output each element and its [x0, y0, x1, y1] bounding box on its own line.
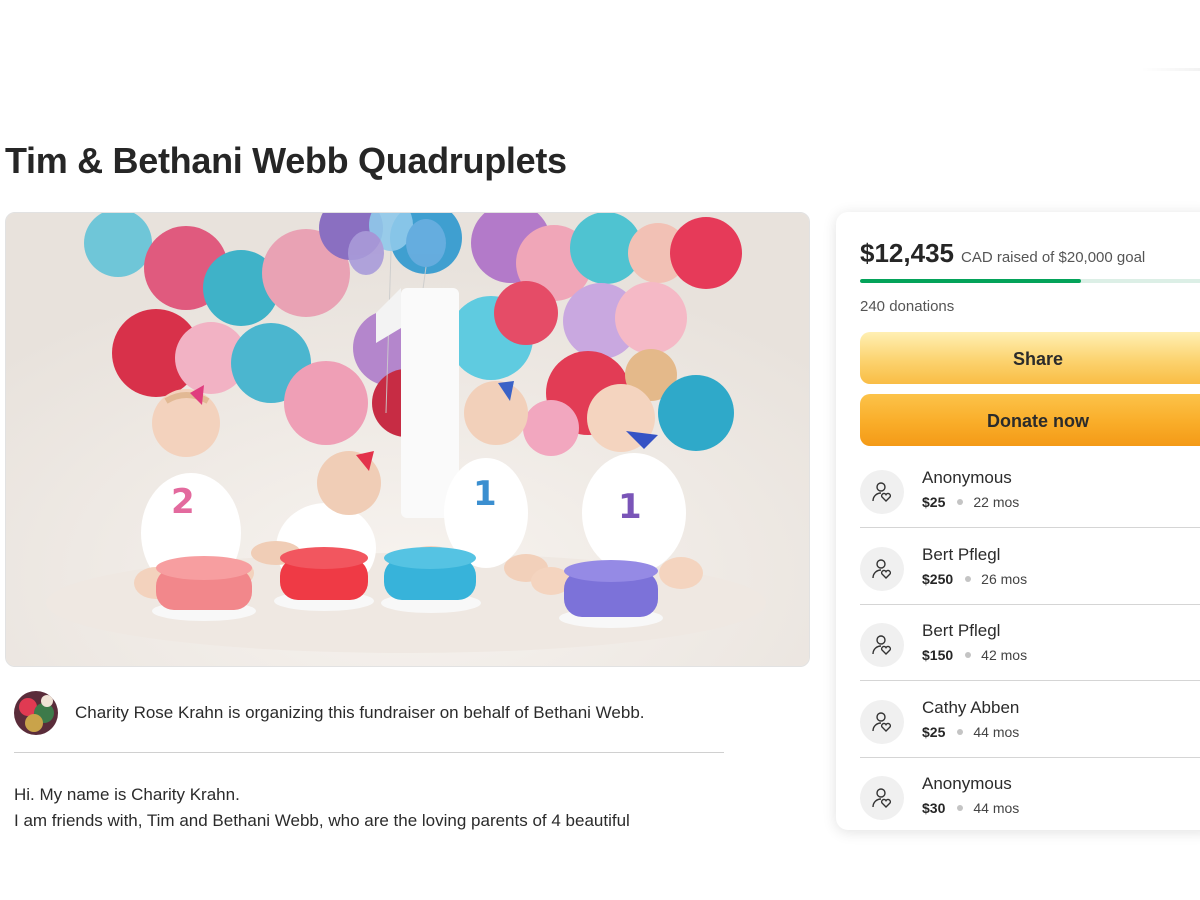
svg-text:1: 1 [618, 487, 642, 527]
donation-amount: $25 [922, 494, 946, 510]
progress-fill [860, 279, 1082, 283]
campaign-story: Hi. My name is Charity Krahn. I am frien… [14, 782, 774, 834]
donation-meta: $30 44 mos [922, 800, 1019, 816]
donor-heart-icon [860, 700, 904, 744]
story-line: Hi. My name is Charity Krahn. [14, 785, 240, 804]
donation-item: Bert Pflegl $250 26 mos [860, 529, 1200, 605]
donation-time: 26 mos [981, 571, 1028, 587]
separator-dot [957, 805, 964, 811]
donation-item: Bert Pflegl $150 42 mos [860, 605, 1200, 681]
header-shadow [1140, 68, 1200, 71]
donation-item: Anonymous $30 44 mos [860, 758, 1200, 834]
organizer-text: Charity Rose Krahn is organizing this fu… [75, 703, 645, 722]
separator-dot [965, 652, 972, 658]
amount-raised-row: $12,435 CAD raised of $20,000 goal [860, 238, 1145, 269]
donation-amount: $250 [922, 571, 954, 587]
donation-card: $12,435 CAD raised of $20,000 goal 240 d… [836, 212, 1200, 830]
donor-name: Anonymous [922, 774, 1012, 793]
organizer-avatar[interactable] [14, 691, 58, 735]
progress-bar [860, 279, 1200, 283]
donor-heart-icon [860, 547, 904, 591]
hero-photo: 2 1 1 [6, 213, 809, 666]
donor-divider [860, 527, 1200, 528]
share-button[interactable]: Share [860, 332, 1200, 384]
donation-item: Anonymous $25 22 mos [860, 452, 1200, 528]
campaign-hero-image[interactable]: 2 1 1 [5, 212, 810, 667]
section-divider [14, 752, 724, 753]
donation-amount: $150 [922, 647, 954, 663]
donation-item: Cathy Abben $25 44 mos [860, 682, 1200, 758]
donation-time: 44 mos [973, 800, 1020, 816]
organizer-row: Charity Rose Krahn is organizing this fu… [14, 690, 724, 736]
svg-text:2: 2 [171, 482, 195, 522]
donor-divider [860, 680, 1200, 681]
donation-time: 44 mos [973, 724, 1020, 740]
donation-amount: $25 [922, 724, 946, 740]
separator-dot [957, 499, 964, 505]
donation-time: 42 mos [981, 647, 1028, 663]
donation-time: 22 mos [973, 494, 1020, 510]
donor-name: Bert Pflegl [922, 621, 1001, 640]
separator-dot [965, 576, 972, 582]
donor-heart-icon [860, 470, 904, 514]
donation-count: 240 donations [860, 298, 955, 315]
donor-heart-icon [860, 776, 904, 820]
svg-text:1: 1 [473, 474, 497, 514]
campaign-title: Tim & Bethani Webb Quadruplets [5, 140, 567, 181]
donor-name: Bert Pflegl [922, 545, 1001, 564]
donation-meta: $25 22 mos [922, 494, 1019, 510]
donor-heart-icon [860, 623, 904, 667]
donor-name: Anonymous [922, 468, 1012, 487]
donate-now-button[interactable]: Donate now [860, 394, 1200, 446]
donation-meta: $250 26 mos [922, 571, 1027, 587]
donation-meta: $25 44 mos [922, 724, 1019, 740]
amount-raised: $12,435 [860, 238, 954, 268]
donor-name: Cathy Abben [922, 698, 1020, 717]
separator-dot [957, 729, 964, 735]
donation-amount: $30 [922, 800, 946, 816]
story-line: I am friends with, Tim and Bethani Webb,… [14, 811, 630, 830]
goal-text: CAD raised of $20,000 goal [960, 249, 1146, 266]
donation-meta: $150 42 mos [922, 647, 1027, 663]
